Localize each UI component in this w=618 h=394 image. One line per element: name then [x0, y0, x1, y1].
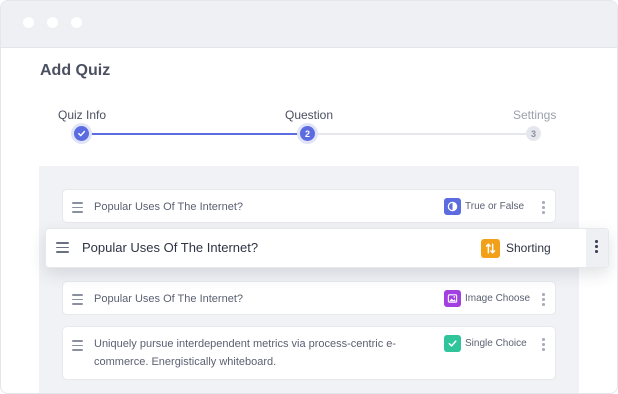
- question-text: Popular Uses Of The Internet?: [94, 293, 243, 305]
- more-options-button[interactable]: [586, 229, 608, 267]
- step-label-question[interactable]: Question: [285, 108, 333, 122]
- browser-window: Add Quiz Quiz Info Question Settings 2 3…: [0, 0, 618, 394]
- step-remaining-line: [308, 133, 534, 135]
- question-text: Uniquely pursue interdependent metrics v…: [94, 338, 397, 368]
- drag-handle-icon[interactable]: [72, 202, 83, 216]
- drag-handle-icon[interactable]: [72, 294, 83, 308]
- sort-arrows-icon: [485, 243, 496, 254]
- step-label-settings[interactable]: Settings: [513, 108, 556, 122]
- more-options-icon[interactable]: [542, 293, 546, 308]
- window-maximize-dot[interactable]: [71, 17, 82, 28]
- window-titlebar: [1, 1, 617, 48]
- question-type-label: Single Choice: [465, 338, 527, 349]
- contrast-circle-icon: [447, 201, 458, 212]
- step-3-circle[interactable]: 3: [526, 126, 541, 141]
- check-icon: [448, 340, 457, 347]
- question-card[interactable]: Popular Uses Of The Internet? Image Choo…: [62, 281, 556, 315]
- step-label-quiz-info[interactable]: Quiz Info: [58, 108, 106, 122]
- question-type-label: Shorting: [506, 241, 551, 255]
- window-minimize-dot[interactable]: [47, 17, 58, 28]
- dragging-question-card[interactable]: Popular Uses Of The Internet? Shorting: [45, 228, 609, 268]
- drag-handle-icon[interactable]: [56, 242, 69, 256]
- window-close-dot[interactable]: [23, 17, 34, 28]
- step-progress-line: [82, 133, 308, 135]
- step-1-circle[interactable]: [74, 126, 89, 141]
- image-icon: [447, 294, 458, 303]
- drag-handle-icon[interactable]: [72, 340, 83, 354]
- more-options-icon[interactable]: [595, 240, 599, 255]
- question-text: Popular Uses Of The Internet?: [82, 240, 259, 255]
- question-text: Popular Uses Of The Internet?: [94, 201, 243, 213]
- type-badge: [444, 290, 461, 307]
- question-type-label: True or False: [465, 201, 525, 212]
- question-card[interactable]: Uniquely pursue interdependent metrics v…: [62, 326, 556, 380]
- type-badge: [444, 335, 461, 352]
- type-badge: [481, 239, 500, 258]
- question-card[interactable]: Popular Uses Of The Internet? True or Fa…: [62, 189, 556, 223]
- question-type-label: Image Choose: [465, 293, 531, 304]
- more-options-icon[interactable]: [542, 201, 546, 216]
- page-title: Add Quiz: [40, 62, 111, 79]
- type-badge: [444, 198, 461, 215]
- check-icon: [78, 130, 86, 137]
- more-options-icon[interactable]: [542, 338, 546, 353]
- step-2-circle[interactable]: 2: [300, 126, 315, 141]
